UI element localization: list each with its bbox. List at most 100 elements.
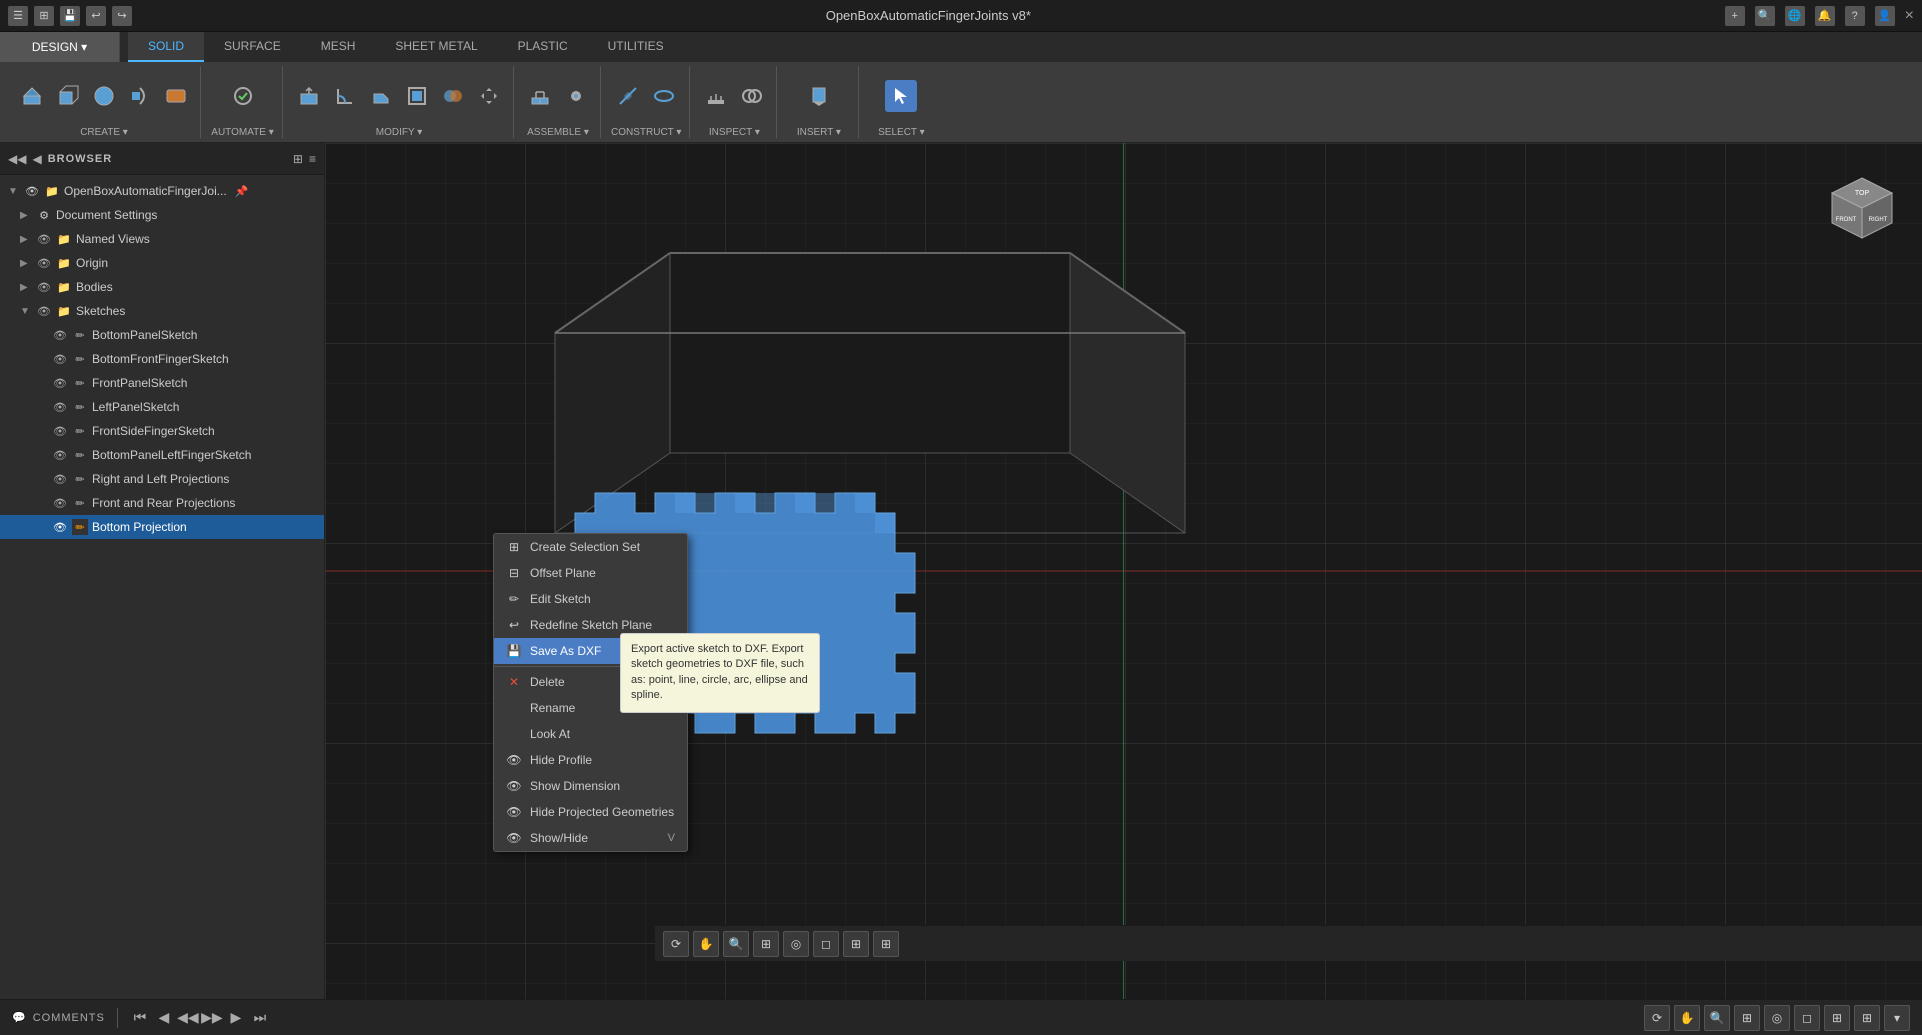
modify-shell-btn[interactable] bbox=[401, 80, 433, 112]
ctx-hide-proj[interactable]: 👁 Hide Projected Geometries bbox=[494, 799, 687, 825]
ctx-create-selection-set[interactable]: ⊞ Create Selection Set bbox=[494, 534, 687, 560]
globe-icon[interactable]: 🌐 bbox=[1785, 6, 1805, 26]
create-more-btn[interactable] bbox=[160, 80, 192, 112]
new-tab-icon[interactable]: + bbox=[1725, 6, 1745, 26]
create-revolve-btn[interactable] bbox=[124, 80, 156, 112]
eye-icon-sk1[interactable]: 👁 bbox=[52, 327, 68, 343]
eye-icon-named[interactable]: 👁 bbox=[36, 231, 52, 247]
display-btn[interactable]: ◻ bbox=[813, 931, 839, 957]
create-box-btn[interactable] bbox=[52, 80, 84, 112]
automate-label[interactable]: AUTOMATE ▾ bbox=[211, 127, 273, 138]
create-label[interactable]: CREATE ▾ bbox=[80, 127, 128, 138]
modify-move-btn[interactable] bbox=[473, 80, 505, 112]
play-skip-fwd-btn[interactable]: ⏭ bbox=[250, 1008, 270, 1028]
eye-icon-sk2[interactable]: 👁 bbox=[52, 351, 68, 367]
inspect-label[interactable]: INSPECT ▾ bbox=[709, 127, 760, 138]
vp-pan-right-btn[interactable]: ✋ bbox=[1674, 1005, 1700, 1031]
collapse-icon2[interactable]: ◀ bbox=[32, 152, 41, 166]
modify-press-pull-btn[interactable] bbox=[293, 80, 325, 112]
insert-label[interactable]: INSERT ▾ bbox=[797, 127, 841, 138]
create-extrude-btn[interactable] bbox=[16, 80, 48, 112]
assemble-label[interactable]: ASSEMBLE ▾ bbox=[527, 127, 589, 138]
ctx-edit-sketch[interactable]: ✏ Edit Sketch bbox=[494, 586, 687, 612]
pin-icon[interactable]: 📌 bbox=[235, 185, 249, 198]
eye-icon[interactable]: 👁 bbox=[24, 183, 40, 199]
look-at-btn[interactable]: ◎ bbox=[783, 931, 809, 957]
eye-icon-sk8[interactable]: 👁 bbox=[52, 495, 68, 511]
comments-button[interactable]: 💬 COMMENTS bbox=[12, 1011, 105, 1024]
play-skip-back-btn[interactable]: ⏮ bbox=[130, 1008, 150, 1028]
tree-item-sketch1[interactable]: 👁 ✏ BottomPanelSketch bbox=[0, 323, 324, 347]
eye-icon-origin[interactable]: 👁 bbox=[36, 255, 52, 271]
viewport[interactable]: TOP RIGHT FRONT Bottom Projection ⟳ ✋ 🔍 … bbox=[325, 143, 1922, 999]
collapse-icon[interactable]: ◀◀ bbox=[8, 152, 26, 166]
tree-item-sketch6[interactable]: 👁 ✏ BottomPanelLeftFingerSketch bbox=[0, 443, 324, 467]
eye-icon-sk5[interactable]: 👁 bbox=[52, 423, 68, 439]
tree-item-doc-settings[interactable]: ▶ ⚙ Document Settings bbox=[0, 203, 324, 227]
close-button[interactable]: × bbox=[1905, 7, 1914, 25]
help-icon[interactable]: ? bbox=[1845, 6, 1865, 26]
effects-btn[interactable]: ⊞ bbox=[873, 931, 899, 957]
eye-icon-sk7[interactable]: 👁 bbox=[52, 471, 68, 487]
ctx-look-at[interactable]: Look At bbox=[494, 721, 687, 747]
tab-solid[interactable]: SOLID bbox=[128, 32, 204, 62]
ctx-show-dimension[interactable]: 👁 Show Dimension bbox=[494, 773, 687, 799]
bell-icon[interactable]: 🔔 bbox=[1815, 6, 1835, 26]
grid-btn[interactable]: ⊞ bbox=[843, 931, 869, 957]
eye-icon-sk9[interactable]: 👁 bbox=[52, 519, 68, 535]
browser-settings-icon[interactable]: ≡ bbox=[309, 152, 316, 166]
vp-display-right-btn[interactable]: ◻ bbox=[1794, 1005, 1820, 1031]
tree-item-sketch7[interactable]: 👁 ✏ Right and Left Projections bbox=[0, 467, 324, 491]
inspect-measure-btn[interactable] bbox=[700, 80, 732, 112]
construct-btn2[interactable] bbox=[648, 80, 680, 112]
assemble-btn2[interactable] bbox=[560, 80, 592, 112]
undo-icon[interactable]: ↩ bbox=[86, 6, 106, 26]
create-sphere-btn[interactable] bbox=[88, 80, 120, 112]
eye-icon-sk3[interactable]: 👁 bbox=[52, 375, 68, 391]
ctx-hide-profile[interactable]: 👁 Hide Profile bbox=[494, 747, 687, 773]
redo-icon[interactable]: ↪ bbox=[112, 6, 132, 26]
pan-btn[interactable]: ✋ bbox=[693, 931, 719, 957]
tree-item-sketch3[interactable]: 👁 ✏ FrontPanelSketch bbox=[0, 371, 324, 395]
tree-item-sketch4[interactable]: 👁 ✏ LeftPanelSketch bbox=[0, 395, 324, 419]
modify-label[interactable]: MODIFY ▾ bbox=[376, 127, 423, 138]
save-icon[interactable]: 💾 bbox=[60, 6, 80, 26]
vp-more-right-btn[interactable]: ▾ bbox=[1884, 1005, 1910, 1031]
vp-orbit-right-btn[interactable]: ⟳ bbox=[1644, 1005, 1670, 1031]
zoom-btn[interactable]: 🔍 bbox=[723, 931, 749, 957]
browser-filter-icon[interactable]: ⊞ bbox=[293, 152, 303, 166]
select-label[interactable]: SELECT ▾ bbox=[878, 127, 925, 138]
tree-item-sketches[interactable]: ▼ 👁 📁 Sketches bbox=[0, 299, 324, 323]
design-button[interactable]: DESIGN ▾ bbox=[0, 32, 120, 62]
tree-item-origin[interactable]: ▶ 👁 📁 Origin bbox=[0, 251, 324, 275]
ctx-offset-plane[interactable]: ⊟ Offset Plane bbox=[494, 560, 687, 586]
play-prev-step-btn[interactable]: ◀◀ bbox=[178, 1008, 198, 1028]
vp-zoom-right-btn[interactable]: 🔍 bbox=[1704, 1005, 1730, 1031]
ctx-show-hide[interactable]: 👁 Show/Hide V bbox=[494, 825, 687, 851]
assemble-btn1[interactable] bbox=[524, 80, 556, 112]
user-icon[interactable]: 👤 bbox=[1875, 6, 1895, 26]
tab-mesh[interactable]: MESH bbox=[301, 32, 376, 62]
vp-effects-right-btn[interactable]: ⊞ bbox=[1854, 1005, 1880, 1031]
eye-icon-sk6[interactable]: 👁 bbox=[52, 447, 68, 463]
eye-icon-sketches[interactable]: 👁 bbox=[36, 303, 52, 319]
tree-item-root[interactable]: ▼ 👁 📁 OpenBoxAutomaticFingerJoi... 📌 bbox=[0, 179, 324, 203]
construct-btn1[interactable] bbox=[612, 80, 644, 112]
eye-icon-sk4[interactable]: 👁 bbox=[52, 399, 68, 415]
tree-item-sketch8[interactable]: 👁 ✏ Front and Rear Projections bbox=[0, 491, 324, 515]
search-icon[interactable]: 🔍 bbox=[1755, 6, 1775, 26]
modify-chamfer-btn[interactable] bbox=[365, 80, 397, 112]
grid-icon[interactable]: ⊞ bbox=[34, 6, 54, 26]
automate-btn[interactable] bbox=[227, 80, 259, 112]
construct-label[interactable]: CONSTRUCT ▾ bbox=[611, 127, 681, 138]
vp-look-right-btn[interactable]: ◎ bbox=[1764, 1005, 1790, 1031]
play-next-step-btn[interactable]: ▶▶ bbox=[202, 1008, 222, 1028]
tab-surface[interactable]: SURFACE bbox=[204, 32, 301, 62]
orbit-btn[interactable]: ⟳ bbox=[663, 931, 689, 957]
modify-fillet-btn[interactable] bbox=[329, 80, 361, 112]
modify-combine-btn[interactable] bbox=[437, 80, 469, 112]
tree-item-sketch9[interactable]: 👁 ✏ Bottom Projection bbox=[0, 515, 324, 539]
tab-sheet-metal[interactable]: SHEET METAL bbox=[375, 32, 497, 62]
app-menu-icon[interactable]: ☰ bbox=[8, 6, 28, 26]
zoom-extent-btn[interactable]: ⊞ bbox=[753, 931, 779, 957]
